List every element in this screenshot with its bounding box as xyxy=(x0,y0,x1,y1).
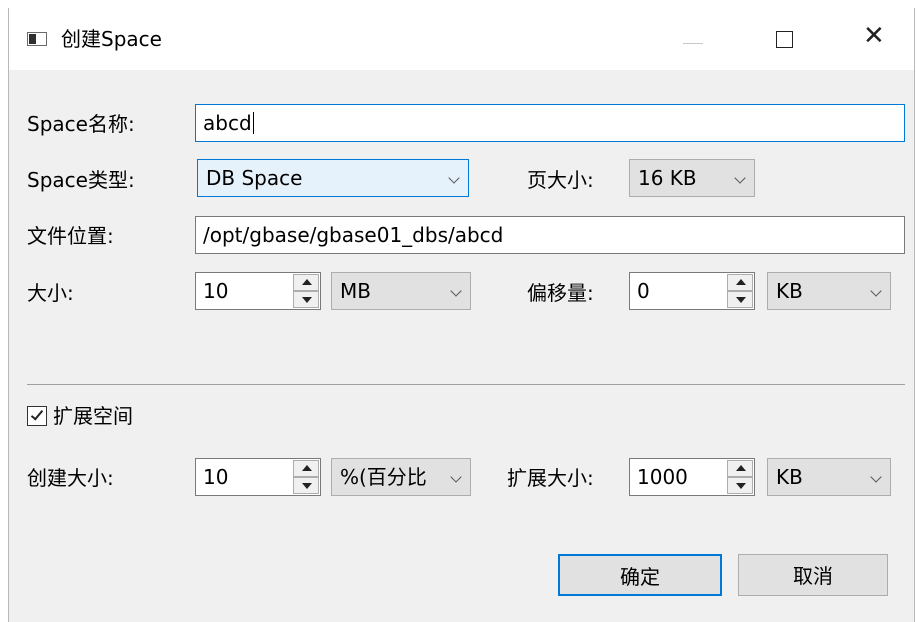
space-type-value: DB Space xyxy=(206,166,303,190)
space-name-label: Space名称: xyxy=(27,112,135,136)
spin-down-button[interactable] xyxy=(727,291,753,308)
chevron-down-icon xyxy=(734,172,746,184)
arrow-up-icon xyxy=(302,279,312,285)
chevron-down-icon xyxy=(450,471,462,483)
space-type-label: Space类型: xyxy=(27,168,135,192)
spin-down-button[interactable] xyxy=(293,477,319,494)
file-location-label: 文件位置: xyxy=(27,224,114,248)
create-size-unit-select[interactable]: %(百分比 xyxy=(331,458,471,496)
offset-label: 偏移量: xyxy=(527,281,594,305)
space-name-value: abcd xyxy=(203,111,252,135)
file-location-value: /opt/gbase/gbase01_dbs/abcd xyxy=(203,223,504,247)
size-spinbox[interactable]: 10 xyxy=(195,272,321,310)
maximize-button[interactable] xyxy=(739,8,831,70)
expand-space-checkbox[interactable] xyxy=(27,406,47,426)
arrow-up-icon xyxy=(736,465,746,471)
create-size-value: 10 xyxy=(203,465,229,489)
size-unit-select[interactable]: MB xyxy=(331,272,471,310)
chevron-down-icon xyxy=(870,285,882,297)
page-size-value: 16 KB xyxy=(638,166,697,190)
create-size-label: 创建大小: xyxy=(27,466,114,490)
minimize-icon xyxy=(683,43,703,44)
expand-size-label: 扩展大小: xyxy=(507,466,594,490)
maximize-icon xyxy=(776,31,793,48)
space-type-select[interactable]: DB Space xyxy=(197,159,469,197)
spin-down-button[interactable] xyxy=(727,477,753,494)
window-title: 创建Space xyxy=(61,27,162,51)
offset-unit-value: KB xyxy=(776,279,803,303)
spin-up-button[interactable] xyxy=(727,460,753,477)
title-bar[interactable]: 创建Space ✕ xyxy=(9,8,914,70)
page-size-select[interactable]: 16 KB xyxy=(629,159,755,197)
arrow-up-icon xyxy=(736,279,746,285)
create-size-unit-value: %(百分比 xyxy=(340,465,427,489)
arrow-down-icon xyxy=(302,483,312,489)
close-icon: ✕ xyxy=(863,21,885,51)
spin-down-button[interactable] xyxy=(293,291,319,308)
expand-space-label[interactable]: 扩展空间 xyxy=(53,403,133,429)
ok-button-label: 确定 xyxy=(620,565,660,589)
arrow-down-icon xyxy=(736,483,746,489)
size-value: 10 xyxy=(203,279,229,303)
expand-size-unit-value: KB xyxy=(776,465,803,489)
window-app-icon xyxy=(27,32,47,46)
offset-unit-select[interactable]: KB xyxy=(767,272,891,310)
size-unit-value: MB xyxy=(340,279,371,303)
text-caret xyxy=(252,112,254,134)
offset-value: 0 xyxy=(637,279,650,303)
expand-size-value: 1000 xyxy=(637,465,688,489)
expand-size-spinbox[interactable]: 1000 xyxy=(629,458,755,496)
page-size-label: 页大小: xyxy=(527,168,594,192)
chevron-down-icon xyxy=(450,285,462,297)
file-location-input[interactable]: /opt/gbase/gbase01_dbs/abcd xyxy=(195,216,905,254)
arrow-down-icon xyxy=(736,297,746,303)
size-label: 大小: xyxy=(27,281,74,305)
arrow-down-icon xyxy=(302,297,312,303)
expand-size-unit-select[interactable]: KB xyxy=(767,458,891,496)
spin-up-button[interactable] xyxy=(293,460,319,477)
space-name-input[interactable]: abcd xyxy=(195,104,905,142)
close-button[interactable]: ✕ xyxy=(831,8,917,70)
section-divider xyxy=(27,384,905,385)
spin-up-button[interactable] xyxy=(727,274,753,291)
spin-up-button[interactable] xyxy=(293,274,319,291)
checkmark-icon xyxy=(30,407,44,421)
chevron-down-icon xyxy=(448,172,460,184)
minimize-button[interactable] xyxy=(647,8,739,70)
chevron-down-icon xyxy=(870,471,882,483)
arrow-up-icon xyxy=(302,465,312,471)
ok-button[interactable]: 确定 xyxy=(558,554,722,596)
cancel-button[interactable]: 取消 xyxy=(738,554,888,596)
cancel-button-label: 取消 xyxy=(793,564,833,588)
offset-spinbox[interactable]: 0 xyxy=(629,272,755,310)
create-size-spinbox[interactable]: 10 xyxy=(195,458,321,496)
create-space-dialog: 创建Space ✕ Space名称: abcd Space类型: DB Spac… xyxy=(8,8,915,622)
